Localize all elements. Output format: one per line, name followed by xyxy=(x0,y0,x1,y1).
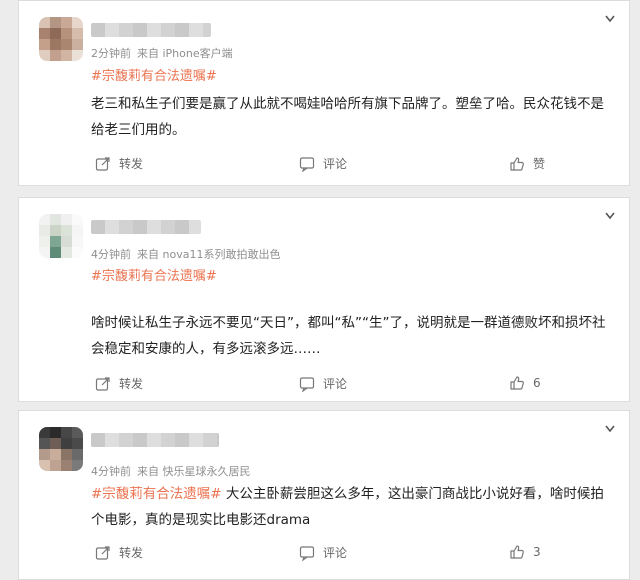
comment-icon xyxy=(299,545,315,561)
comment-button[interactable]: 评论 xyxy=(299,155,347,172)
like-button[interactable]: 赞 xyxy=(509,155,545,172)
like-button[interactable]: 6 xyxy=(509,375,541,391)
hashtag-link[interactable]: #宗馥莉有合法遗嘱# xyxy=(91,65,217,84)
repost-button[interactable]: 转发 xyxy=(95,375,143,392)
comment-card: 2分钟前 来自 iPhone客户端 #宗馥莉有合法遗嘱# 老三和私生子们要是赢了从… xyxy=(18,0,630,186)
thumbs-up-icon xyxy=(510,156,524,171)
repost-icon xyxy=(95,376,110,391)
comment-button[interactable]: 评论 xyxy=(299,544,347,561)
comment-source: 来自 iPhone客户端 xyxy=(137,47,233,60)
comment-button[interactable]: 评论 xyxy=(299,375,347,392)
like-count: 6 xyxy=(533,376,541,390)
comment-text: 啥时候让私生子永远不要见“天日”，都叫“私”“生”了，说明就是一群道德败坏和损坏… xyxy=(91,315,606,357)
comment-time: 2分钟前 xyxy=(91,47,131,60)
like-count: 3 xyxy=(533,545,541,559)
comment-icon xyxy=(299,156,315,172)
avatar[interactable] xyxy=(39,17,83,61)
like-count: 赞 xyxy=(533,157,546,171)
action-bar: 转发 评论 3 xyxy=(91,544,611,564)
repost-label: 转发 xyxy=(119,157,144,171)
comment-time: 4分钟前 xyxy=(91,465,131,478)
comment-text: 老三和私生子们要是赢了从此就不喝娃哈哈所有旗下品牌了。塑垒了哈。民众花钱不是给老… xyxy=(91,96,604,138)
repost-label: 转发 xyxy=(119,546,144,560)
comment-text: #宗馥莉有合法遗嘱# 大公主卧薪尝胆这么多年，这出豪门商战比小说好看，啥时候拍个… xyxy=(91,481,611,533)
repost-label: 转发 xyxy=(119,377,144,391)
chevron-down-icon[interactable] xyxy=(605,212,615,220)
comment-meta: 4分钟前 来自 快乐星球永久居民 xyxy=(91,463,251,479)
comment-label: 评论 xyxy=(323,377,348,391)
like-button[interactable]: 3 xyxy=(509,544,541,560)
avatar[interactable] xyxy=(39,427,83,471)
comment-source: 来自 nova11系列敢拍敢出色 xyxy=(137,248,281,261)
action-bar: 转发 评论 赞 xyxy=(91,155,611,175)
chevron-down-icon[interactable] xyxy=(605,425,615,433)
avatar[interactable] xyxy=(39,214,83,258)
thumbs-up-icon xyxy=(510,376,524,390)
comment-source: 来自 快乐星球永久居民 xyxy=(137,465,251,478)
comment-card: 4分钟前 来自 nova11系列敢拍敢出色 #宗馥莉有合法遗嘱# 啥时候让私生子永… xyxy=(18,197,630,402)
thumbs-up-icon xyxy=(510,545,524,559)
repost-button[interactable]: 转发 xyxy=(95,544,143,561)
comment-meta: 4分钟前 来自 nova11系列敢拍敢出色 xyxy=(91,246,280,262)
comment-time: 4分钟前 xyxy=(91,248,131,261)
comment-label: 评论 xyxy=(323,157,348,171)
chevron-down-icon[interactable] xyxy=(605,15,615,23)
comment-label: 评论 xyxy=(323,546,348,560)
comment-icon xyxy=(299,376,315,392)
action-bar: 转发 评论 6 xyxy=(91,375,611,395)
repost-icon xyxy=(95,156,110,171)
comment-meta: 2分钟前 来自 iPhone客户端 xyxy=(91,45,233,61)
comment-card: 4分钟前 来自 快乐星球永久居民 #宗馥莉有合法遗嘱# 大公主卧薪尝胆这么多年，这… xyxy=(18,410,630,580)
username-blurred[interactable] xyxy=(91,220,201,234)
username-blurred[interactable] xyxy=(91,23,211,37)
hashtag-link[interactable]: #宗馥莉有合法遗嘱# xyxy=(91,486,222,502)
username-blurred[interactable] xyxy=(91,433,219,447)
repost-icon xyxy=(95,545,110,560)
repost-button[interactable]: 转发 xyxy=(95,155,143,172)
hashtag-link[interactable]: #宗馥莉有合法遗嘱# xyxy=(91,265,217,284)
